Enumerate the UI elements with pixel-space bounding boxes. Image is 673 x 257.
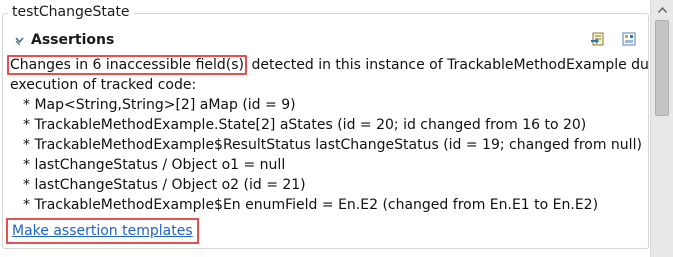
summary-text: detected in this instance of TrackableMe…	[247, 57, 673, 73]
template-icon[interactable]	[620, 30, 637, 47]
summary-line-2: execution of tracked code:	[10, 77, 197, 93]
make-assertion-templates-link[interactable]: Make assertion templates	[12, 222, 193, 240]
field-item: * TrackableMethodExample$En enumField = …	[23, 197, 599, 213]
field-item: * lastChangeStatus / Object o2 (id = 21)	[23, 177, 306, 193]
field-item: * TrackableMethodExample.State[2] aState…	[23, 117, 587, 133]
field-item: * Map<String,String>[2] aMap (id = 9)	[23, 97, 296, 113]
link-highlight: Make assertion templates	[6, 218, 199, 244]
summary-line: Changes in 6 inaccessible field(s) detec…	[7, 55, 673, 75]
section-title: Assertions	[31, 32, 115, 48]
section-toolbar	[589, 30, 637, 47]
assertion-details: Changes in 6 inaccessible field(s) detec…	[7, 55, 673, 215]
scroll-up-arrow-icon[interactable]	[651, 0, 673, 20]
field-item: * lastChangeStatus / Object o1 = null	[23, 157, 286, 173]
export-icon[interactable]	[589, 30, 606, 47]
chevron-down-icon[interactable]	[14, 35, 25, 46]
group-title: testChangeState	[8, 3, 134, 21]
assertions-view: testChangeState Assertions Changes in 6 …	[0, 0, 673, 257]
field-item: * TrackableMethodExample$ResultStatus la…	[23, 137, 642, 153]
vertical-scrollbar[interactable]	[650, 0, 673, 257]
scrollbar-thumb[interactable]	[655, 20, 669, 116]
changed-fields-count: Changes in 6 inaccessible field(s)	[7, 55, 248, 75]
section-header[interactable]: Assertions	[14, 31, 114, 49]
